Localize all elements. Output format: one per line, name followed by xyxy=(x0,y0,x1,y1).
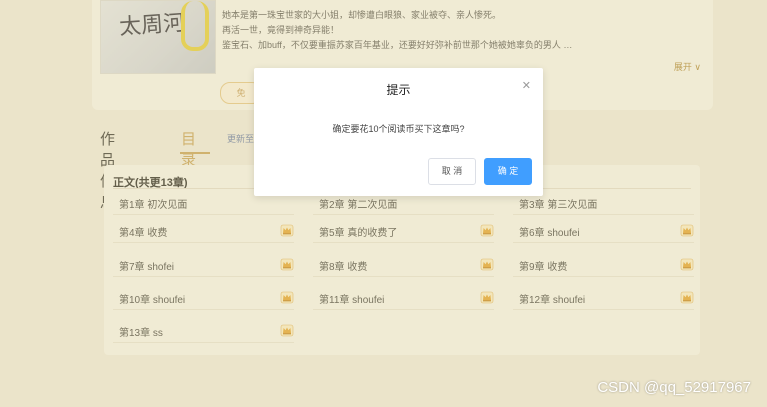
confirm-button[interactable]: 确 定 xyxy=(484,158,532,185)
watermark: CSDN @qq_52917967 xyxy=(597,379,751,396)
dialog-title: 提示 xyxy=(386,83,411,97)
close-icon[interactable]: ✕ xyxy=(522,79,531,92)
cancel-button[interactable]: 取 消 xyxy=(428,158,476,185)
dialog-message: 确定要花10个阅读币买下这章吗? xyxy=(332,124,465,134)
purchase-dialog: 提示 ✕ 确定要花10个阅读币买下这章吗? 取 消 确 定 xyxy=(254,68,543,196)
modal-overlay[interactable] xyxy=(0,0,767,407)
